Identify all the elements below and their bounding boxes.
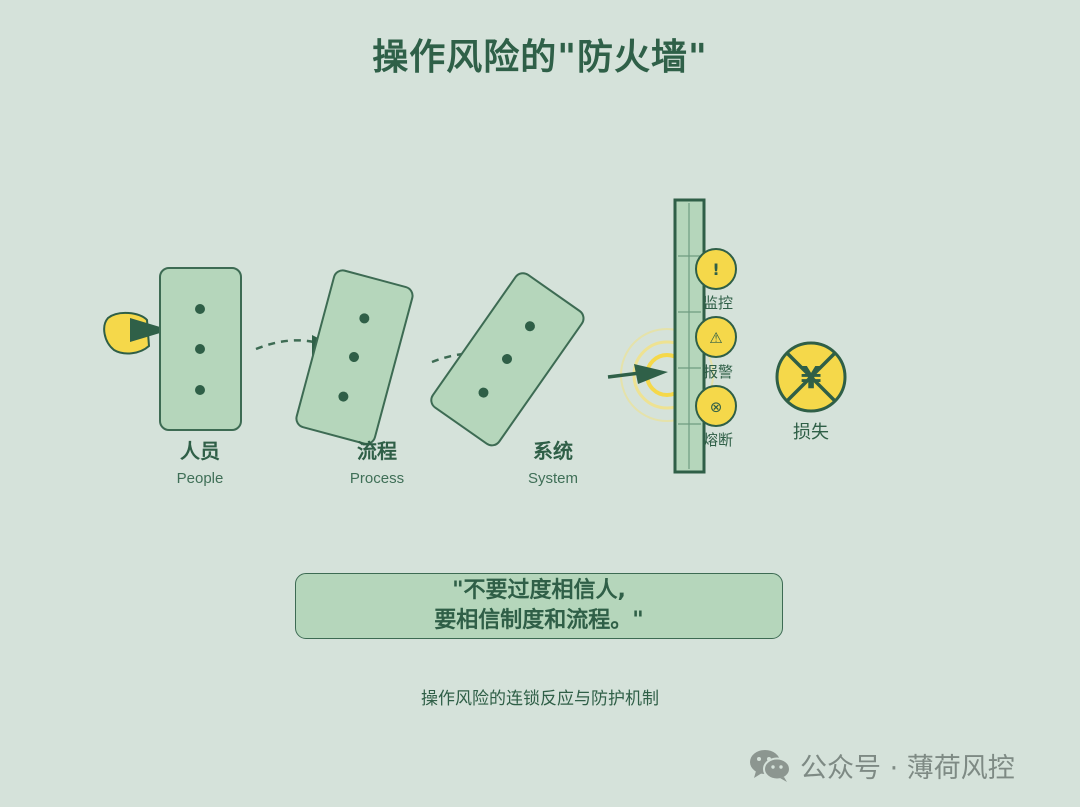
control-label-monitor: 监控 — [703, 294, 733, 312]
control-monitor: ! 监控 — [695, 248, 737, 312]
circuit-breaker-icon: ⊗ — [710, 398, 723, 416]
warning-icon: ⚠ — [709, 329, 722, 347]
loss-label: 损失 — [793, 422, 829, 443]
stage-sublabel-people: People — [177, 470, 224, 487]
wechat-icon — [750, 750, 791, 782]
stage-sublabel-process: Process — [350, 470, 404, 487]
control-label-alarm: 报警 — [703, 363, 733, 381]
exclamation-icon: ! — [712, 260, 719, 279]
stage-label-process: 流程 — [357, 439, 397, 463]
quote-box: "不要过度相信人, 要相信制度和流程。" — [295, 573, 783, 639]
domino-system — [430, 272, 585, 447]
watermark: 公众号 · 薄荷风控 — [748, 744, 1015, 786]
diagram-caption: 操作风险的连锁反应与防护机制 — [421, 689, 659, 709]
watermark-text: 公众号 · 薄荷风控 — [800, 752, 1015, 784]
quote-line-1: "不要过度相信人, — [452, 578, 626, 603]
quote-line-2: 要相信制度和流程。" — [434, 608, 644, 633]
stage-label-people: 人员 — [180, 439, 220, 463]
domino-process — [295, 269, 414, 445]
domino-people — [159, 267, 242, 431]
control-label-breaker: 熔断 — [703, 431, 733, 449]
control-breaker: ⊗ 熔断 — [695, 385, 737, 449]
loss-coin: ¥ 损失 — [775, 341, 847, 443]
control-alarm: ⚠ 报警 — [695, 316, 737, 381]
stage-label-system: 系统 — [533, 439, 573, 463]
stage-sublabel-system: System — [528, 470, 578, 487]
